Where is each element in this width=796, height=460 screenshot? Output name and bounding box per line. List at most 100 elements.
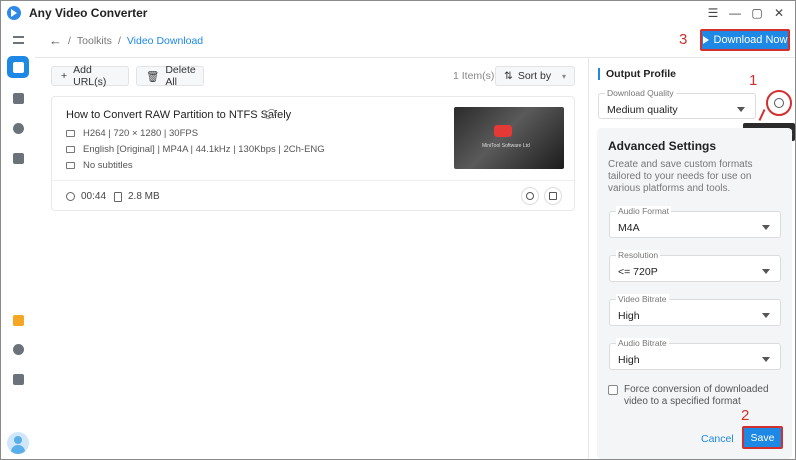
sort-by-label: Sort by: [517, 70, 552, 82]
chevron-down-icon: [762, 225, 770, 230]
add-preset-icon: [774, 98, 784, 108]
gear-icon[interactable]: [7, 338, 29, 360]
video-thumbnail: MiniTool Software Ltd: [454, 107, 564, 169]
download-quality-value: Medium quality: [607, 104, 678, 116]
annotation-step-3: 3: [679, 31, 688, 48]
sort-by-dropdown[interactable]: ⇅ Sort by ▾: [495, 66, 575, 86]
maximize-button[interactable]: ▢: [749, 5, 765, 21]
chevron-down-icon: ▾: [561, 71, 566, 81]
resolution-select[interactable]: Resolution <= 720P: [609, 250, 781, 282]
save-button[interactable]: Save: [742, 426, 783, 449]
left-sidebar: [1, 25, 35, 459]
add-url-label: Add URL(s): [73, 64, 107, 88]
video-item-card: How to Convert RAW Partition to NTFS Saf…: [51, 96, 575, 211]
video-title: How to Convert RAW Partition to NTFS Saf…: [66, 109, 292, 121]
advanced-settings-panel: Advanced Settings Create and save custom…: [597, 128, 792, 459]
cart-icon[interactable]: [7, 309, 29, 331]
resolution-value: <= 720P: [618, 266, 658, 278]
subtitle-info-row: No subtitles: [66, 160, 133, 171]
audio-info: English [Original] | MP4A | 44.1kHz | 13…: [83, 144, 325, 155]
panel-divider: [588, 58, 589, 459]
advanced-settings-title: Advanced Settings: [608, 139, 717, 153]
output-profile-title: Output Profile: [598, 68, 676, 80]
menu-icon[interactable]: ☰: [705, 5, 721, 21]
video-info-row: H264 | 720 × 1280 | 30FPS: [66, 128, 198, 139]
annotation-arrow: [758, 109, 766, 121]
sidebar-collapse-icon[interactable]: [7, 29, 29, 51]
video-icon: [66, 130, 75, 137]
audio-info-row: English [Original] | MP4A | 44.1kHz | 13…: [66, 144, 325, 155]
download-quality-label: Download Quality: [605, 88, 676, 98]
force-conversion-row: Force conversion of downloaded video to …: [608, 384, 786, 408]
audio-bitrate-value: High: [618, 354, 640, 366]
youtube-logo-icon: [494, 125, 512, 137]
help-icon[interactable]: [7, 368, 29, 390]
avatar[interactable]: [7, 432, 29, 454]
video-bitrate-value: High: [618, 310, 640, 322]
delete-item-button[interactable]: [544, 187, 562, 205]
globe-button[interactable]: [521, 187, 539, 205]
back-arrow-icon[interactable]: ←: [49, 33, 62, 48]
annotation-step-2: 2: [741, 407, 750, 424]
breadcrumb-sep: /: [68, 34, 71, 47]
download-now-button[interactable]: Download Now: [700, 29, 790, 51]
close-button[interactable]: ✕: [771, 5, 787, 21]
audio-icon: [66, 146, 75, 153]
breadcrumb-toolkits[interactable]: Toolkits: [77, 35, 112, 47]
delete-all-button[interactable]: 🗑 Delete All: [136, 64, 204, 88]
breadcrumb: ← / Toolkits / Video Download: [49, 33, 203, 48]
thumbnail-text: MiniTool Software Ltd: [482, 143, 530, 149]
trash-icon: 🗑: [146, 70, 160, 83]
audio-format-label: Audio Format: [616, 206, 672, 216]
duration-value: 00:44: [81, 191, 107, 202]
chevron-down-icon: [762, 357, 770, 362]
checklist-icon[interactable]: [7, 147, 29, 169]
toolbox-icon[interactable]: [7, 56, 29, 78]
cancel-button[interactable]: Cancel: [701, 433, 734, 445]
chevron-down-icon: [737, 107, 745, 112]
download-quality-select[interactable]: Download Quality Medium quality: [598, 88, 756, 119]
file-size-value: 2.8 MB: [128, 191, 160, 202]
advanced-settings-description: Create and save custom formats tailored …: [608, 159, 753, 194]
video-bitrate-select[interactable]: Video Bitrate High: [609, 294, 781, 326]
file-size: 2.8 MB: [114, 191, 160, 202]
force-conversion-checkbox[interactable]: [608, 385, 618, 395]
sort-icon: ⇅: [504, 70, 513, 82]
chevron-down-icon: [762, 313, 770, 318]
title-bar: Any Video Converter ☰ — ▢ ✕: [1, 1, 795, 25]
map-icon[interactable]: [7, 87, 29, 109]
new-preset-button[interactable]: [766, 90, 792, 116]
card-divider: [52, 180, 574, 181]
breadcrumb-sep: /: [117, 34, 121, 47]
breadcrumb-current: Video Download: [126, 34, 204, 47]
audio-format-select[interactable]: Audio Format M4A: [609, 206, 781, 238]
app-logo-icon: [7, 6, 21, 20]
file-icon: [114, 191, 122, 202]
annotation-step-1: 1: [749, 72, 758, 89]
audio-bitrate-label: Audio Bitrate: [616, 338, 669, 348]
minimize-button[interactable]: —: [727, 5, 743, 21]
app-title: Any Video Converter: [29, 6, 148, 20]
window-controls: ☰ — ▢ ✕: [705, 5, 787, 21]
plus-icon: +: [61, 70, 68, 82]
download-now-label: Download Now: [713, 34, 788, 46]
audio-format-value: M4A: [618, 222, 640, 234]
play-icon: [702, 36, 709, 44]
items-count: 1 Item(s): [453, 70, 495, 82]
video-bitrate-label: Video Bitrate: [616, 294, 669, 304]
clock-icon[interactable]: [7, 117, 29, 139]
resolution-label: Resolution: [616, 250, 661, 260]
globe-icon: [526, 192, 534, 200]
audio-bitrate-select[interactable]: Audio Bitrate High: [609, 338, 781, 370]
clock-icon: [66, 192, 75, 201]
trash-icon: [549, 192, 557, 200]
force-conversion-label: Force conversion of downloaded video to …: [624, 384, 769, 407]
video-info: H264 | 720 × 1280 | 30FPS: [83, 128, 199, 139]
app-window: Any Video Converter ☰ — ▢ ✕ ← / Toolkits…: [0, 0, 796, 460]
subtitle-icon: [66, 162, 75, 169]
subtitle-info: No subtitles: [83, 160, 133, 171]
chevron-down-icon: [762, 269, 770, 274]
add-url-button[interactable]: + Add URL(s): [51, 64, 129, 88]
duration: 00:44: [66, 191, 106, 202]
delete-all-label: Delete All: [165, 64, 196, 88]
